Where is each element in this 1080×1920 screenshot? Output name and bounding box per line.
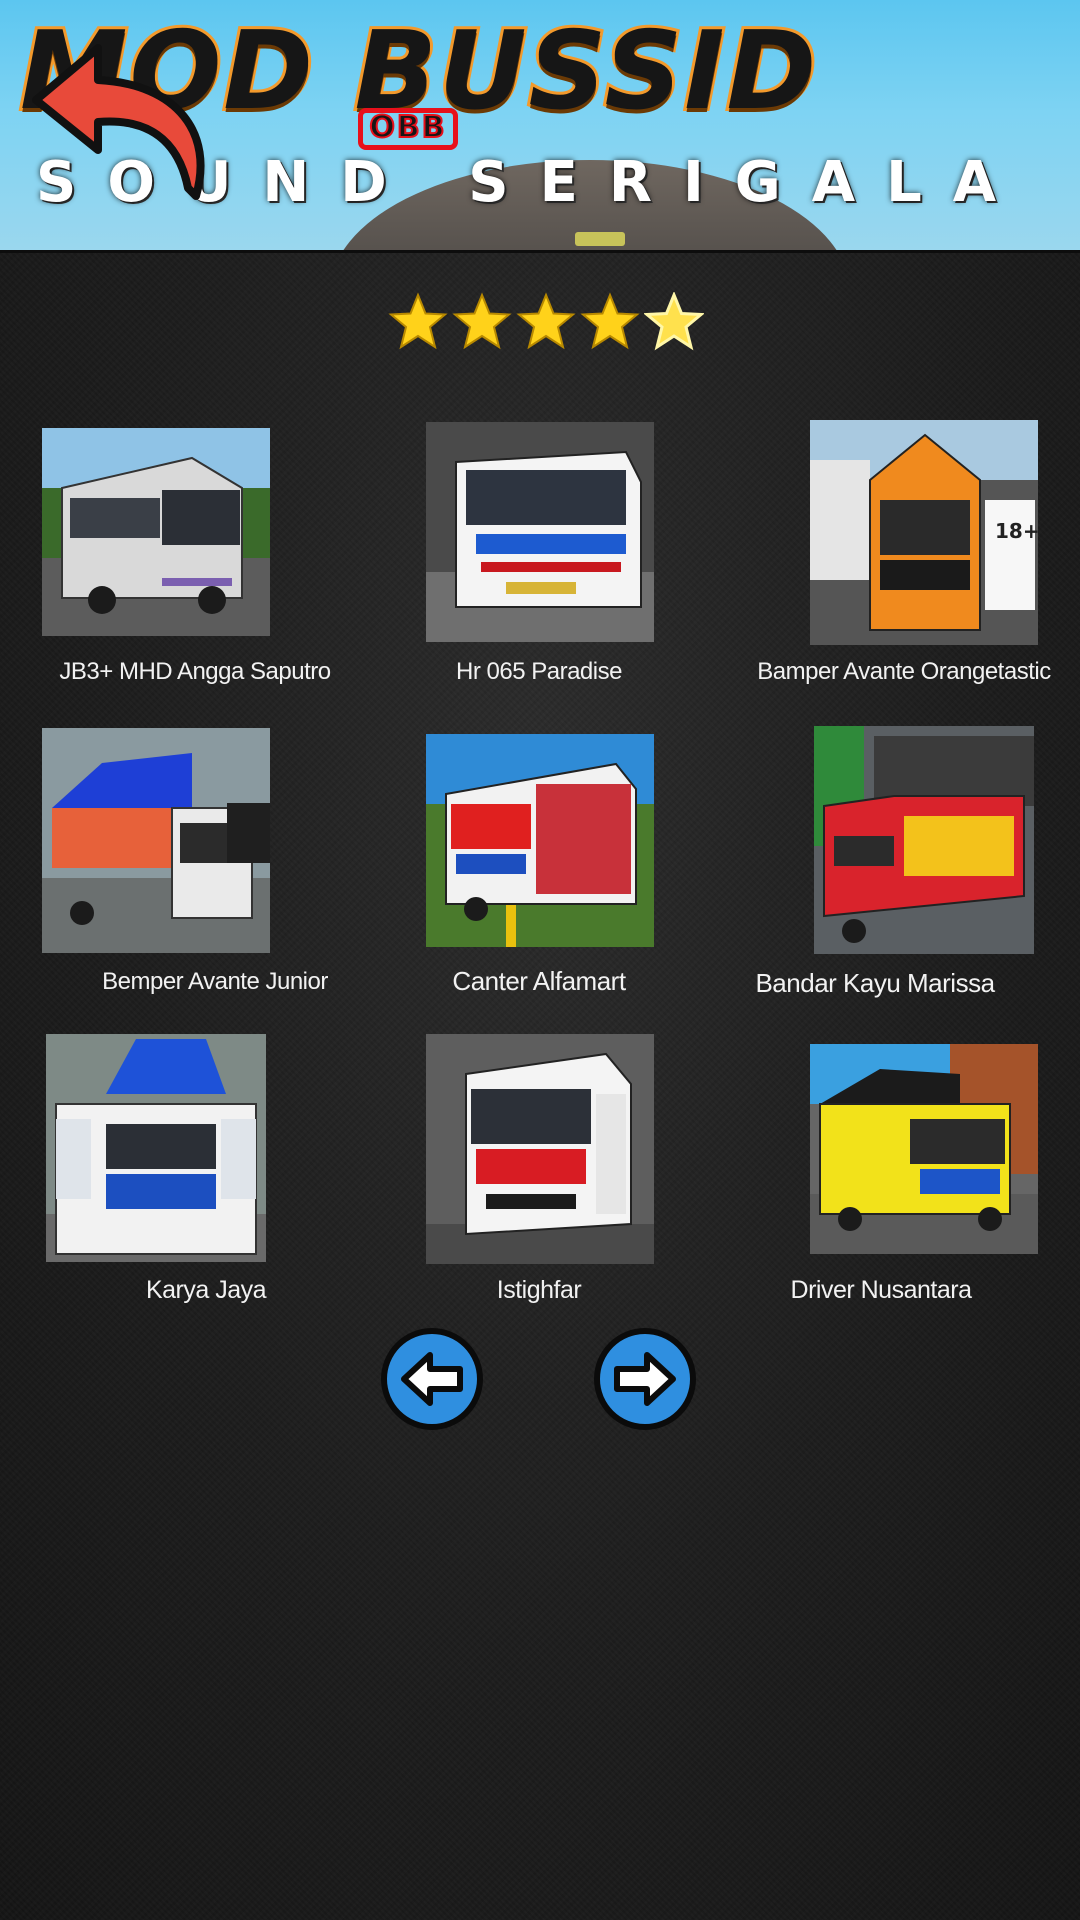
mod-item-label: Karya Jaya — [145, 1276, 267, 1304]
rating-stars[interactable] — [388, 292, 708, 354]
star-icon[interactable] — [644, 292, 704, 352]
mod-thumbnail[interactable] — [42, 728, 270, 953]
mod-thumbnail[interactable] — [426, 734, 654, 947]
mod-thumbnail[interactable] — [46, 1034, 266, 1262]
mod-thumbnail[interactable]: 18+ — [810, 420, 1038, 645]
mod-thumbnail[interactable] — [42, 428, 270, 636]
prev-page-button[interactable] — [380, 1327, 484, 1431]
mod-item-label: Driver Nusantara — [790, 1276, 972, 1304]
svg-text:18+: 18+ — [995, 519, 1038, 543]
mod-thumbnail[interactable] — [426, 1034, 654, 1264]
star-icon[interactable] — [580, 292, 640, 352]
mod-item-label: Bandar Kayu Marissa — [755, 968, 995, 998]
mod-item-label: Hr 065 Paradise — [456, 658, 622, 685]
mod-thumbnail[interactable] — [426, 422, 654, 642]
bus-window-graphic — [575, 232, 625, 246]
mod-thumbnail[interactable] — [814, 726, 1034, 954]
mod-item-label: Bemper Avante Junior — [102, 968, 328, 995]
next-page-button[interactable] — [593, 1327, 697, 1431]
star-icon[interactable] — [516, 292, 576, 352]
star-icon[interactable] — [388, 292, 448, 352]
mod-thumbnail[interactable] — [810, 1044, 1038, 1254]
mod-item-label: Bamper Avante Orangetastic — [757, 658, 1051, 685]
header-banner: MOD BUSSID OBB SOUND SERIGALA — [0, 0, 1080, 253]
star-icon[interactable] — [452, 292, 512, 352]
back-arrow-icon[interactable] — [28, 38, 218, 208]
mod-item-label: Canter Alfamart — [452, 966, 626, 996]
mod-item-label: Istighfar — [496, 1276, 582, 1304]
obb-badge: OBB — [358, 108, 458, 150]
mod-item-label: JB3+ MHD Angga Saputro — [59, 658, 331, 685]
